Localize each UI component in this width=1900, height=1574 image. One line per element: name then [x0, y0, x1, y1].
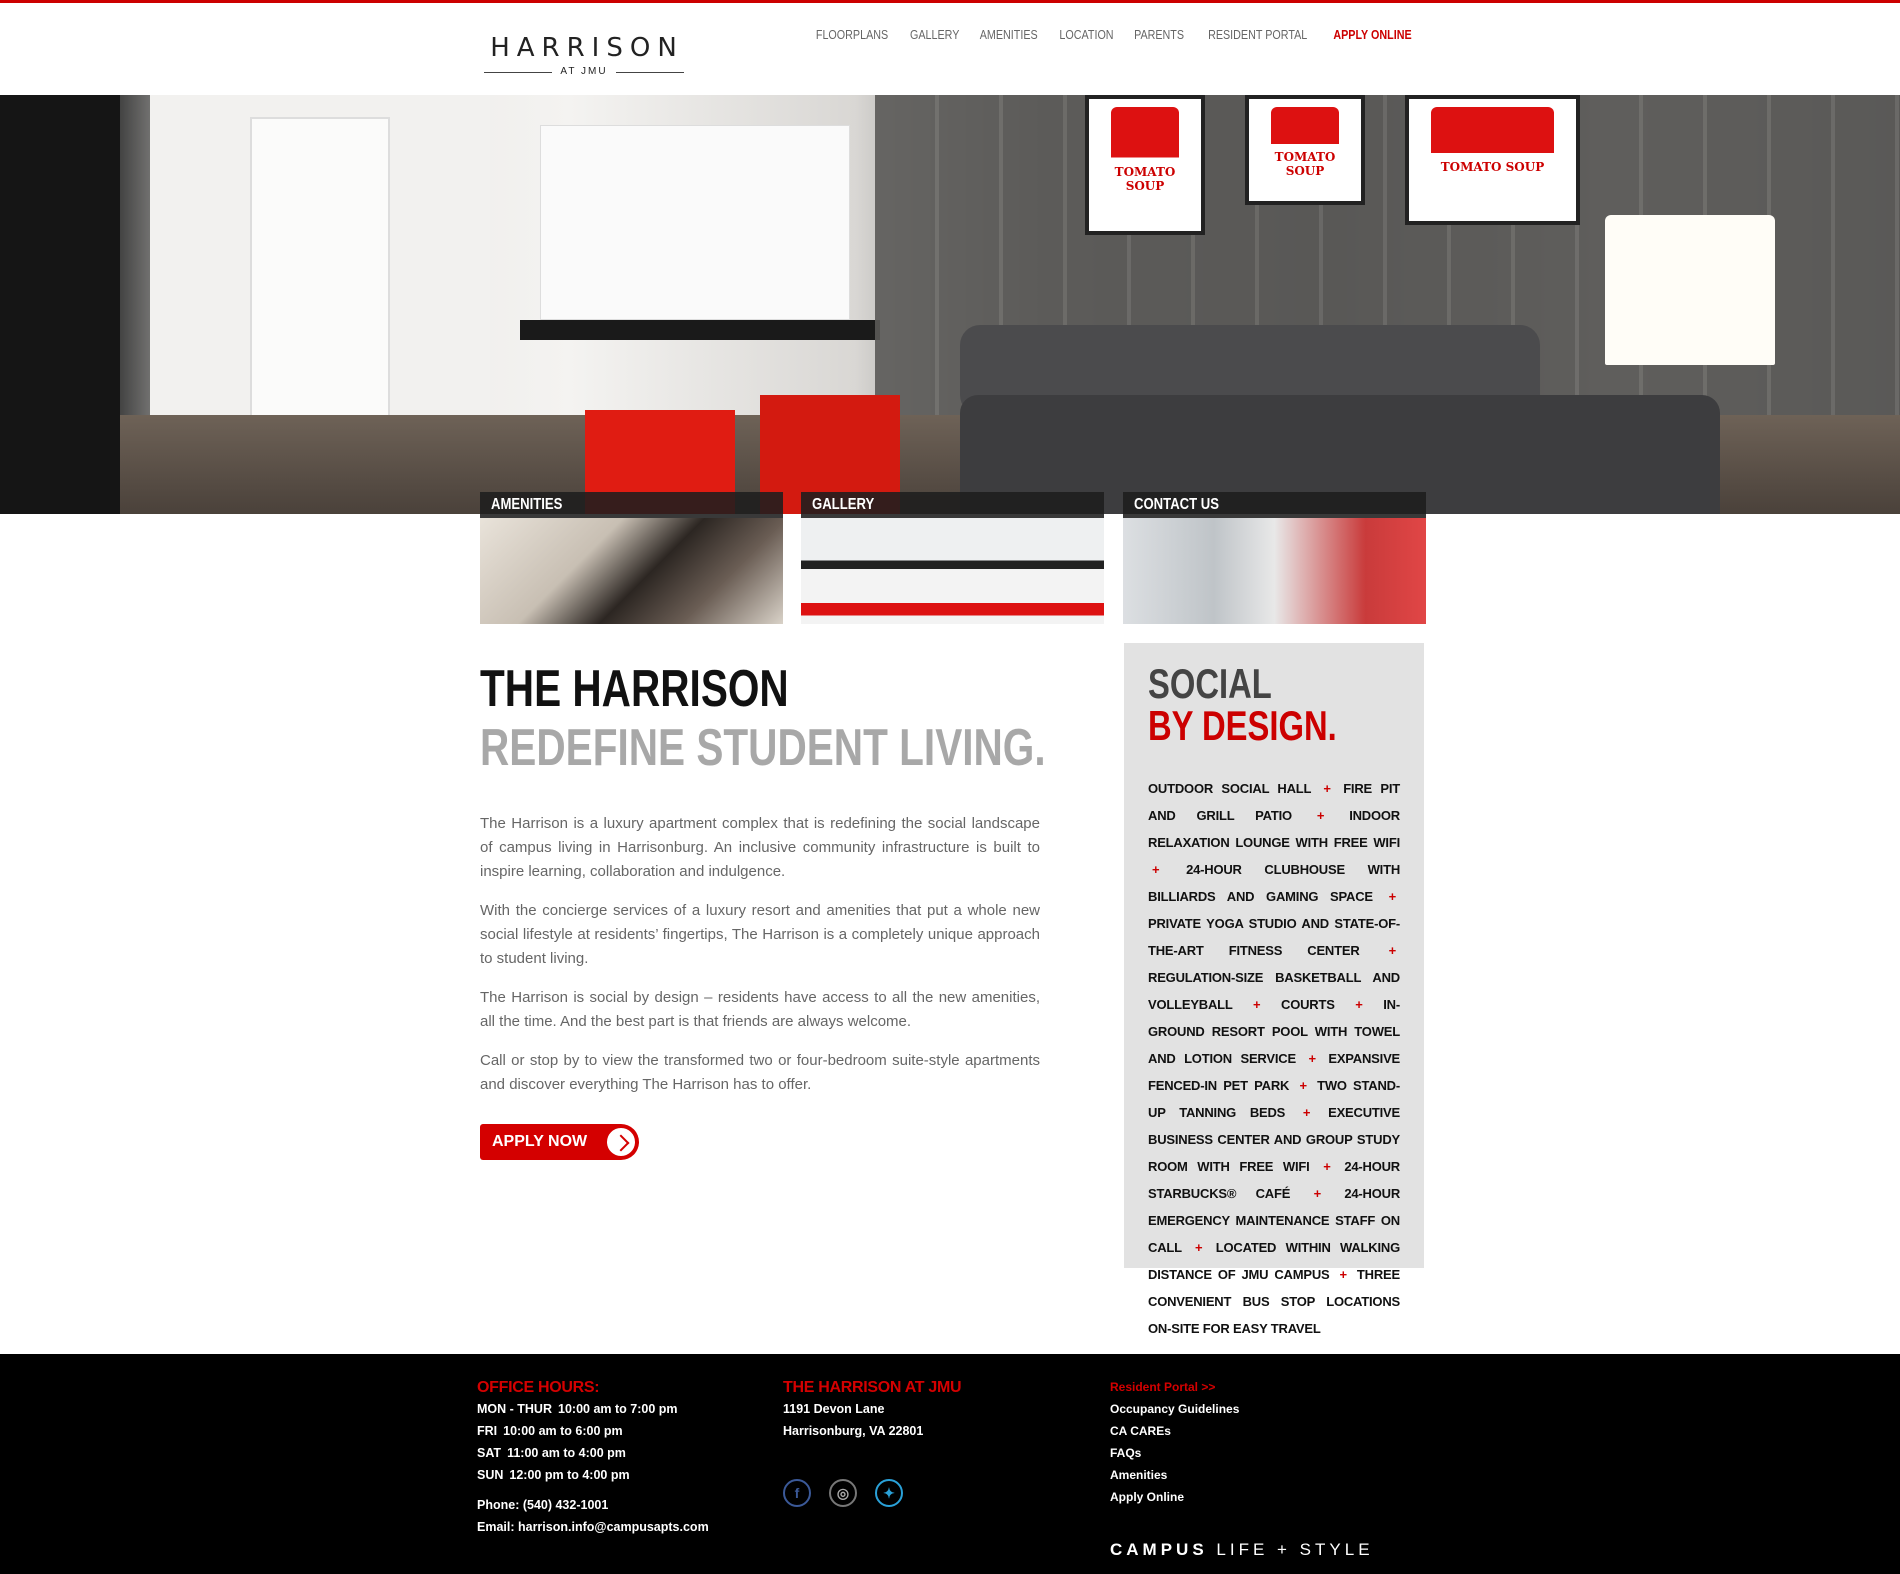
instagram-icon[interactable]: ◎	[829, 1479, 857, 1507]
hero-poster: TOMATO SOUP	[1245, 95, 1365, 205]
address-line: Harrisonburg, VA 22801	[783, 1424, 924, 1438]
panel-heading: SOCIAL	[1148, 660, 1272, 707]
page-subtitle: REDEFINE STUDENT LIVING.	[480, 719, 1046, 777]
apply-now-label: APPLY NOW	[492, 1133, 588, 1150]
phone-number[interactable]: Phone: (540) 432-1001	[477, 1494, 709, 1516]
amenity-item: COURTS	[1281, 997, 1335, 1012]
footer-link-apply-online[interactable]: Apply Online	[1110, 1486, 1239, 1508]
email-address[interactable]: Email: harrison.info@campusapts.com	[477, 1516, 709, 1538]
plus-separator-icon: +	[1388, 889, 1397, 904]
tile-image	[480, 518, 783, 624]
page-title: THE HARRISON	[480, 660, 789, 718]
footer-link-ca-cares[interactable]: CA CAREs	[1110, 1420, 1239, 1442]
tile-label: AMENITIES	[480, 492, 783, 518]
hero-poster: TOMATO SOUP	[1085, 95, 1205, 235]
tile-image	[801, 518, 1104, 624]
intro-paragraph: The Harrison is a luxury apartment compl…	[480, 815, 1040, 880]
amenity-list: OUTDOOR SOCIAL HALL + FIRE PIT AND GRILL…	[1148, 775, 1400, 1342]
plus-separator-icon: +	[1253, 997, 1261, 1012]
tile-label: CONTACT US	[1123, 492, 1426, 518]
site-header: HARRISON AT JMU FLOORPLANS GALLERY AMENI…	[0, 3, 1900, 95]
hero-kitchen	[540, 125, 850, 320]
plus-separator-icon: +	[1152, 862, 1160, 877]
brand-rest: LIFE + STYLE	[1216, 1540, 1374, 1559]
footer-link-occupancy[interactable]: Occupancy Guidelines	[1110, 1398, 1239, 1420]
hero-door	[250, 117, 390, 417]
nav-amenities[interactable]: AMENITIES	[975, 28, 1043, 42]
poster-text: TOMATO SOUP	[1114, 165, 1176, 194]
poster-text: TOMATO SOUP	[1274, 149, 1336, 178]
address-block: THE HARRISON AT JMU 1191 Devon Lane Harr…	[783, 1378, 962, 1442]
nav-resident-portal[interactable]: RESIDENT PORTAL	[1203, 28, 1312, 42]
brand-bold: CAMPUS	[1110, 1540, 1208, 1559]
hero-counter	[520, 320, 880, 340]
plus-separator-icon: +	[1195, 1240, 1203, 1255]
footer-links: Resident Portal >> Occupancy Guidelines …	[1110, 1376, 1239, 1508]
amenity-item: OUTDOOR SOCIAL HALL	[1148, 781, 1312, 796]
hours-row: SUN 12:00 pm to 4:00 pm	[477, 1468, 630, 1482]
footer-link-faqs[interactable]: FAQs	[1110, 1442, 1239, 1464]
intro-paragraph: Call or stop by to view the transformed …	[480, 1052, 1040, 1093]
logo-wordmark: HARRISON	[490, 33, 684, 63]
apply-now-button[interactable]: APPLY NOW	[480, 1124, 639, 1160]
nav-apply-online[interactable]: APPLY ONLINE	[1328, 28, 1417, 42]
footer-link-resident-portal[interactable]: Resident Portal >>	[1110, 1376, 1239, 1398]
nav-location[interactable]: LOCATION	[1054, 28, 1118, 42]
hours-row: MON - THUR 10:00 am to 7:00 pm	[477, 1402, 678, 1416]
address-line: 1191 Devon Lane	[783, 1402, 885, 1416]
plus-separator-icon: +	[1299, 1078, 1307, 1093]
nav-parents[interactable]: PARENTS	[1128, 28, 1188, 42]
plus-separator-icon: +	[1388, 943, 1397, 958]
hero-lamp	[1605, 215, 1775, 365]
amenity-item: PRIVATE YOGA STUDIO AND STATE-OF-THE-ART…	[1148, 916, 1400, 958]
plus-separator-icon: +	[1316, 808, 1325, 823]
hours-row: SAT 11:00 am to 4:00 pm	[477, 1446, 626, 1460]
logo-subtitle: AT JMU	[484, 65, 684, 79]
nav-gallery[interactable]: GALLERY	[905, 28, 965, 42]
footer-link-amenities[interactable]: Amenities	[1110, 1464, 1239, 1486]
hero-tv	[0, 95, 120, 514]
tile-gallery[interactable]: GALLERY	[801, 492, 1104, 624]
plus-separator-icon: +	[1308, 1051, 1316, 1066]
plus-separator-icon: +	[1313, 1186, 1322, 1201]
address-title: THE HARRISON AT JMU	[783, 1379, 962, 1396]
hero-poster: TOMATO SOUP	[1405, 95, 1580, 225]
plus-separator-icon: +	[1302, 1105, 1311, 1120]
social-links: f ◎ ✦	[783, 1479, 903, 1507]
tile-label: GALLERY	[801, 492, 1104, 518]
campus-life-style-logo: CAMPUS LIFE + STYLE	[1110, 1540, 1374, 1560]
site-logo[interactable]: HARRISON AT JMU	[484, 33, 684, 79]
twitter-icon[interactable]: ✦	[875, 1479, 903, 1507]
plus-separator-icon: +	[1339, 1267, 1348, 1282]
intro-paragraph: The Harrison is social by design – resid…	[480, 989, 1040, 1030]
site-footer: OFFICE HOURS: MON - THUR 10:00 am to 7:00…	[0, 1354, 1900, 1574]
plus-separator-icon: +	[1323, 1159, 1331, 1174]
poster-text: TOMATO SOUP	[1440, 160, 1545, 175]
panel-heading-accent: BY DESIGN.	[1148, 702, 1337, 749]
amenity-item: 24-HOUR CLUBHOUSE WITH BILLIARDS AND GAM…	[1148, 862, 1401, 904]
office-hours: OFFICE HOURS: MON - THUR 10:00 am to 7:00…	[477, 1378, 709, 1538]
main-nav: FLOORPLANS GALLERY AMENITIES LOCATION PA…	[804, 28, 1424, 42]
tile-amenities[interactable]: AMENITIES	[480, 492, 783, 624]
office-hours-title: OFFICE HOURS:	[477, 1379, 600, 1396]
social-by-design-panel: SOCIAL BY DESIGN. OUTDOOR SOCIAL HALL + …	[1124, 643, 1424, 1336]
tile-contact-us[interactable]: CONTACT US	[1123, 492, 1426, 624]
facebook-icon[interactable]: f	[783, 1479, 811, 1507]
plus-separator-icon: +	[1323, 781, 1331, 796]
hours-row: FRI 10:00 am to 6:00 pm	[477, 1424, 623, 1438]
nav-floorplans[interactable]: FLOORPLANS	[810, 28, 893, 42]
plus-separator-icon: +	[1355, 997, 1363, 1012]
main-content: THE HARRISON REDEFINE STUDENT LIVING. Th…	[480, 660, 1046, 1112]
hero-image: TOMATO SOUP TOMATO SOUP TOMATO SOUP	[0, 95, 1900, 514]
intro-text: The Harrison is a luxury apartment compl…	[480, 812, 1040, 1097]
intro-paragraph: With the concierge services of a luxury …	[480, 902, 1040, 967]
chevron-right-icon	[605, 1126, 637, 1158]
tile-image	[1123, 518, 1426, 624]
